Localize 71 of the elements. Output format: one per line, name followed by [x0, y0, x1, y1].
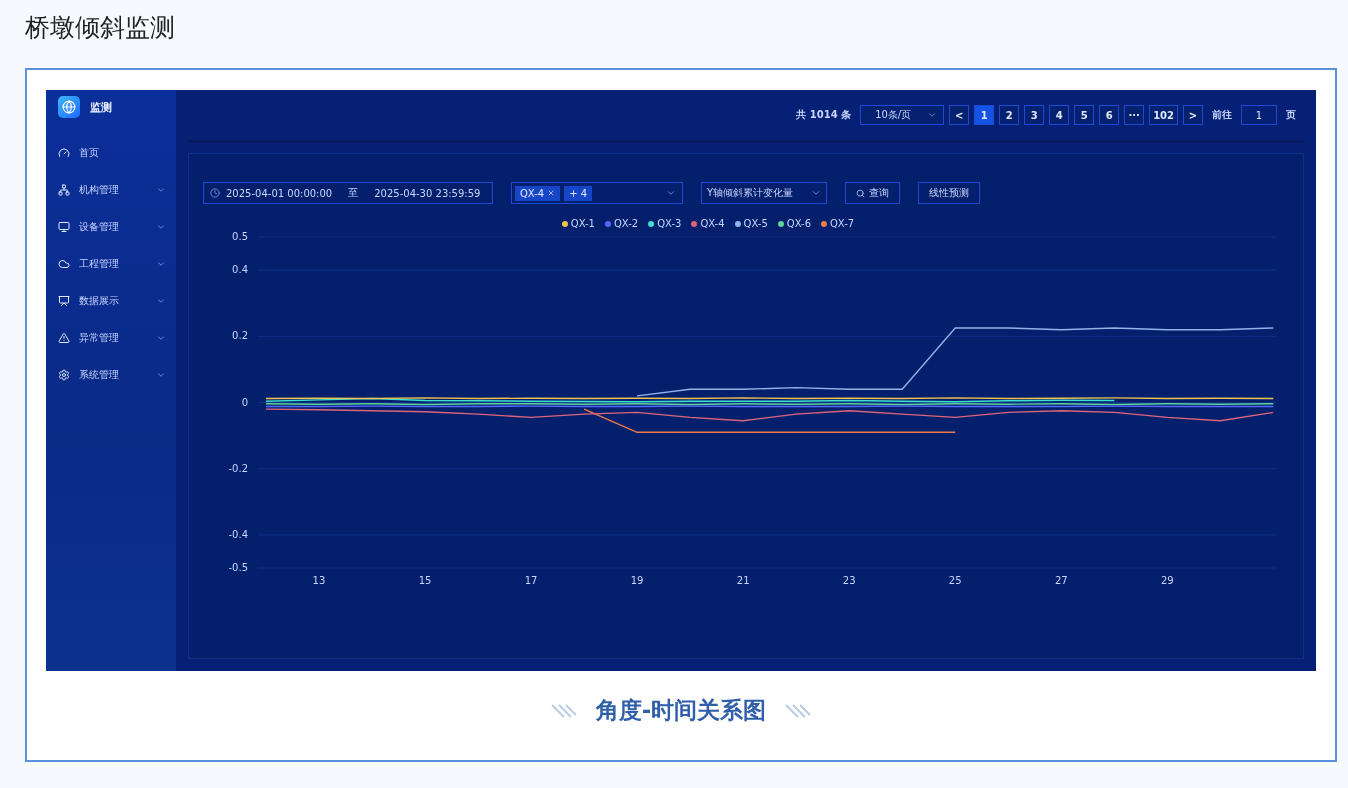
chevron-down-icon [927, 110, 938, 120]
date-range-field[interactable]: 2025-04-01 00:00:00 至 2025-04-30 23:59:59 [203, 182, 493, 204]
page-button[interactable]: 2 [999, 105, 1020, 125]
sidebar-item[interactable]: 首页 [58, 134, 176, 171]
axis-tick-label: 25 [948, 575, 962, 586]
sidebar-item[interactable]: 系统管理 [58, 356, 176, 393]
search-icon [856, 188, 865, 198]
legend-item[interactable]: QX-4 [691, 218, 725, 229]
warning-icon [58, 331, 70, 344]
sidebar-item[interactable]: 设备管理 [58, 208, 176, 245]
axis-tick-label: -0.4 [228, 528, 248, 540]
page-title: 桥墩倾斜监测 [25, 12, 175, 44]
logo-icon [58, 96, 80, 118]
axis-tick-label: 29 [1160, 575, 1174, 586]
legend-item[interactable]: QX-3 [648, 218, 682, 229]
hierarchy-icon [58, 183, 70, 196]
axis-tick-label: -0.2 [228, 462, 248, 474]
axis-tick-label: -0.5 [228, 562, 248, 573]
axis-tick-label: 23 [842, 575, 856, 586]
axis-tick-label: 19 [630, 575, 644, 586]
sidebar-item[interactable]: 机构管理 [58, 171, 176, 208]
legend-item[interactable]: QX-7 [821, 218, 855, 229]
legend-item[interactable]: QX-2 [605, 218, 639, 229]
clock-icon [210, 188, 220, 198]
legend-item[interactable]: QX-6 [777, 218, 811, 229]
axis-tick-label: 0.4 [232, 264, 248, 276]
total-count: 共 1014 条 [796, 108, 852, 122]
sidebar-item[interactable]: 工程管理 [58, 245, 176, 282]
page-suffix: 页 [1286, 108, 1296, 122]
page-button[interactable]: 3 [1024, 105, 1045, 125]
predict-button[interactable]: 线性预测 [918, 182, 980, 204]
legend-item[interactable]: QX-5 [734, 218, 768, 229]
goto-label: 前往 [1212, 108, 1232, 122]
page-button[interactable]: 5 [1074, 105, 1095, 125]
cloud-icon [58, 257, 70, 270]
page-button[interactable]: 1 [974, 105, 995, 125]
prev-page-button[interactable]: < [949, 105, 970, 125]
axis-tick-label: 27 [1054, 575, 1068, 586]
query-button[interactable]: 查询 [845, 182, 900, 204]
page-size-select[interactable]: 10条/页 [860, 105, 945, 125]
axis-tick-label: 15 [418, 575, 432, 586]
monitor-icon [58, 220, 70, 233]
settings-icon [58, 368, 70, 381]
board-icon [58, 294, 70, 307]
page-button[interactable]: ··· [1124, 105, 1145, 125]
logo-text: 监测 [90, 99, 112, 115]
slash-icon [549, 702, 578, 719]
chevron-down-icon [811, 188, 821, 198]
legend-item[interactable]: QX-1 [561, 218, 595, 229]
axis-tick-label: 0 [241, 396, 248, 408]
sidebar-item[interactable]: 异常管理 [58, 319, 176, 356]
close-icon[interactable] [547, 189, 556, 197]
page-button[interactable]: 102 [1149, 105, 1178, 125]
chevron-down-icon [666, 188, 676, 198]
axis-tick-label: 17 [524, 575, 538, 586]
axis-tick-label: 0.2 [232, 330, 248, 342]
sensor-tag: QX-4 [515, 185, 561, 201]
next-page-button[interactable]: > [1183, 105, 1203, 125]
axis-tick-label: 0.5 [232, 231, 248, 242]
sensor-tag: + 4 [564, 185, 593, 201]
sidebar-item[interactable]: 数据展示 [58, 282, 176, 319]
figure-caption: 角度-时间关系图 [595, 696, 767, 725]
slash-icon [784, 702, 813, 719]
sensor-select[interactable]: QX-4 + 4 [511, 182, 683, 204]
dashboard-icon [58, 146, 70, 159]
page-button[interactable]: 6 [1099, 105, 1120, 125]
axis-tick-label: 13 [312, 575, 326, 586]
goto-page-field[interactable]: 1 [1241, 105, 1277, 125]
metric-select[interactable]: Y轴倾斜累计变化量 [701, 182, 827, 204]
page-button[interactable]: 4 [1049, 105, 1070, 125]
axis-tick-label: 21 [736, 575, 750, 586]
